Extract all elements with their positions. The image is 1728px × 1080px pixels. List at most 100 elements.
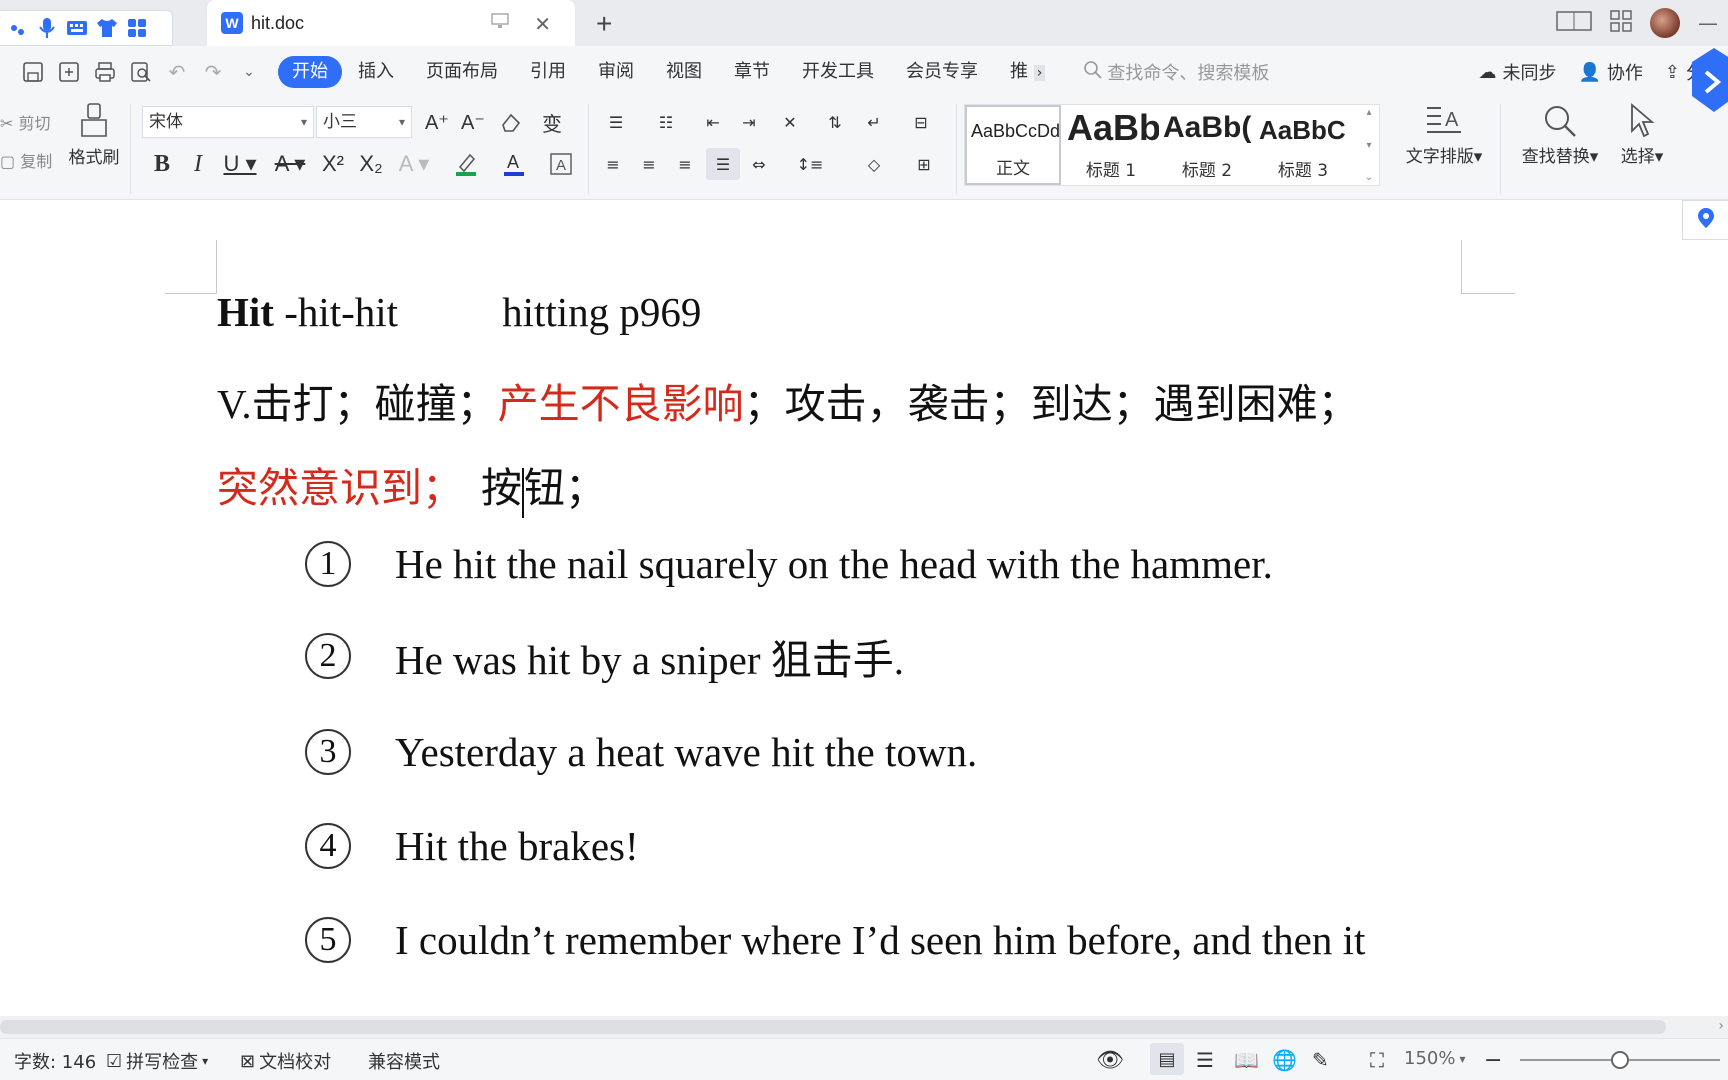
style-heading-2[interactable]: AaBb( 标题 2 [1159, 105, 1255, 185]
spell-check-button[interactable]: ☑ 拼写检查 ▾ [106, 1048, 208, 1074]
chevron-up-icon[interactable]: ▴ [1366, 107, 1371, 118]
font-color-icon[interactable]: A [496, 148, 532, 180]
word-count[interactable]: 字数: 146 [14, 1048, 96, 1074]
align-left-icon[interactable]: ≡ [598, 148, 628, 180]
print-icon[interactable] [90, 57, 120, 87]
chinese-layout-icon[interactable]: ✕ [772, 108, 808, 136]
write-view-icon[interactable]: ✎ [1312, 1048, 1329, 1072]
document-tab[interactable]: W hit.doc ✕ [207, 0, 575, 46]
menu-page-layout[interactable]: 页面布局 [410, 56, 514, 88]
example-item[interactable]: 1 He hit the nail squarely on the head w… [305, 534, 1273, 594]
zoom-slider[interactable] [1520, 1051, 1720, 1069]
style-heading-3[interactable]: AaBbC 标题 3 [1255, 105, 1351, 185]
example-item[interactable]: 2 He was hit by a sniper 狙击手. [305, 626, 904, 686]
shield-icon[interactable] [1690, 46, 1728, 126]
entry-headword-line[interactable]: Hit -hit-hit hitting p969 [217, 288, 701, 336]
shirt-icon[interactable] [92, 13, 122, 43]
zoom-level[interactable]: 150% ▾ [1404, 1048, 1466, 1069]
italic-icon[interactable]: I [184, 148, 212, 180]
ruler-icon[interactable]: ⊟ [906, 108, 936, 136]
format-painter-button[interactable]: 格式刷 [64, 102, 124, 168]
bullet-list-icon[interactable]: ☰ [598, 108, 634, 136]
new-tab-button[interactable]: + [596, 8, 612, 40]
superscript-icon[interactable]: X² [318, 148, 348, 180]
bold-icon[interactable]: B [148, 148, 176, 180]
wifi-icon[interactable] [2, 13, 32, 43]
distribute-icon[interactable]: ⇔ [744, 148, 774, 180]
sort-icon[interactable]: ⇅ [820, 108, 850, 136]
copy-button[interactable]: ▢ 复制 [0, 148, 52, 172]
proofread-button[interactable]: ⊠ 文档校对 [240, 1048, 331, 1074]
select-button[interactable]: 选择▾ [1612, 100, 1672, 167]
monitor-icon[interactable] [491, 13, 509, 33]
page-view-icon[interactable] [1556, 10, 1592, 36]
redo-icon[interactable]: ↷ [198, 57, 228, 87]
font-name-select[interactable]: 宋体 [142, 106, 314, 138]
find-replace-button[interactable]: 查找替换▾ [1512, 100, 1608, 167]
reading-view-icon[interactable]: 📖 [1234, 1048, 1259, 1072]
menu-developer[interactable]: 开发工具 [786, 56, 890, 88]
line-spacing-icon[interactable]: ↕≡ [790, 148, 830, 180]
eye-protection-icon[interactable]: 👁 [1096, 1048, 1124, 1073]
zoom-slider-handle[interactable] [1611, 1051, 1629, 1069]
undo-icon[interactable]: ↶ [162, 57, 192, 87]
text-layout-button[interactable]: A 文字排版▾ [1396, 100, 1492, 167]
highlight-icon[interactable] [448, 148, 484, 180]
chevron-right-icon[interactable]: › [1033, 65, 1046, 81]
menu-review[interactable]: 审阅 [582, 56, 650, 88]
character-border-icon[interactable]: A [546, 148, 576, 180]
text-effect-icon[interactable]: A ▾ [396, 148, 432, 180]
navigation-pin-button[interactable] [1682, 200, 1728, 240]
clear-format-icon[interactable] [496, 108, 526, 136]
menu-view[interactable]: 视图 [650, 56, 718, 88]
chevron-down-icon[interactable]: ▾ [1366, 140, 1371, 151]
menu-insert[interactable]: 插入 [342, 56, 410, 88]
align-center-icon[interactable]: ≡ [634, 148, 664, 180]
expand-icon[interactable]: ⌄ [1365, 172, 1373, 183]
definition-line-1[interactable]: V.击打；碰撞；产生不良影响；攻击，袭击；到达；遇到困难； [217, 370, 1359, 430]
fit-page-icon[interactable]: ⛶ [1370, 1048, 1384, 1072]
scrollbar-thumb[interactable] [0, 1020, 1666, 1034]
horizontal-scrollbar[interactable]: › [0, 1016, 1728, 1038]
show-marks-icon[interactable]: ↵ [856, 108, 892, 136]
menu-recommend[interactable]: 推 › [994, 56, 1049, 88]
menu-chapter[interactable]: 章节 [718, 56, 786, 88]
align-right-icon[interactable]: ≡ [670, 148, 700, 180]
menu-member[interactable]: 会员专享 [890, 56, 994, 88]
customize-icon[interactable]: ⌄ [234, 57, 264, 87]
scroll-right-icon[interactable]: › [1718, 1018, 1724, 1034]
font-size-select[interactable]: 小三 [316, 106, 412, 138]
document-canvas[interactable]: Hit -hit-hit hitting p969 V.击打；碰撞；产生不良影响；… [0, 200, 1728, 1016]
increase-indent-icon[interactable]: ⇥ [734, 108, 764, 136]
shrink-font-icon[interactable]: A⁻ [458, 108, 488, 136]
page-view-icon[interactable]: ▤ [1150, 1043, 1184, 1075]
collaborate-button[interactable]: 👤 协作 [1578, 59, 1642, 85]
command-search[interactable]: 查找命令、搜索模板 [1083, 59, 1269, 85]
outline-view-icon[interactable]: ☰ [1196, 1048, 1214, 1072]
strikethrough-icon[interactable]: A ▾ [270, 148, 310, 180]
example-item[interactable]: 4 Hit the brakes! [305, 816, 639, 876]
underline-icon[interactable]: U ▾ [220, 148, 260, 180]
decrease-indent-icon[interactable]: ⇤ [698, 108, 728, 136]
shading-icon[interactable]: ◇ [854, 148, 894, 180]
close-icon[interactable]: ✕ [534, 12, 551, 36]
style-normal[interactable]: AaBbCcDd 正文 [965, 105, 1061, 185]
borders-icon[interactable]: ⊞ [904, 148, 944, 180]
style-heading-1[interactable]: AaBb 标题 1 [1063, 105, 1159, 185]
pinyin-icon[interactable]: 变 [532, 108, 572, 136]
menu-references[interactable]: 引用 [514, 56, 582, 88]
justify-icon[interactable]: ☰ [706, 148, 740, 180]
zoom-out-icon[interactable]: − [1484, 1048, 1502, 1073]
subscript-icon[interactable]: X₂ [356, 148, 386, 180]
minimize-icon[interactable]: — [1698, 11, 1718, 35]
sync-status[interactable]: ☁ 未同步 [1478, 59, 1556, 85]
grow-font-icon[interactable]: A⁺ [422, 108, 452, 136]
menu-home[interactable]: 开始 [278, 56, 342, 88]
layout-grid-icon[interactable] [1610, 10, 1632, 36]
avatar[interactable] [1650, 8, 1680, 38]
example-item[interactable]: 5 I couldn’t remember where I’d seen him… [305, 910, 1365, 970]
definition-line-2[interactable]: 突然意识到； 按钮； [217, 454, 606, 518]
keyboard-icon[interactable] [62, 13, 92, 43]
example-item[interactable]: 3 Yesterday a heat wave hit the town. [305, 722, 977, 782]
cut-button[interactable]: ✂ 剪切 [0, 110, 51, 134]
